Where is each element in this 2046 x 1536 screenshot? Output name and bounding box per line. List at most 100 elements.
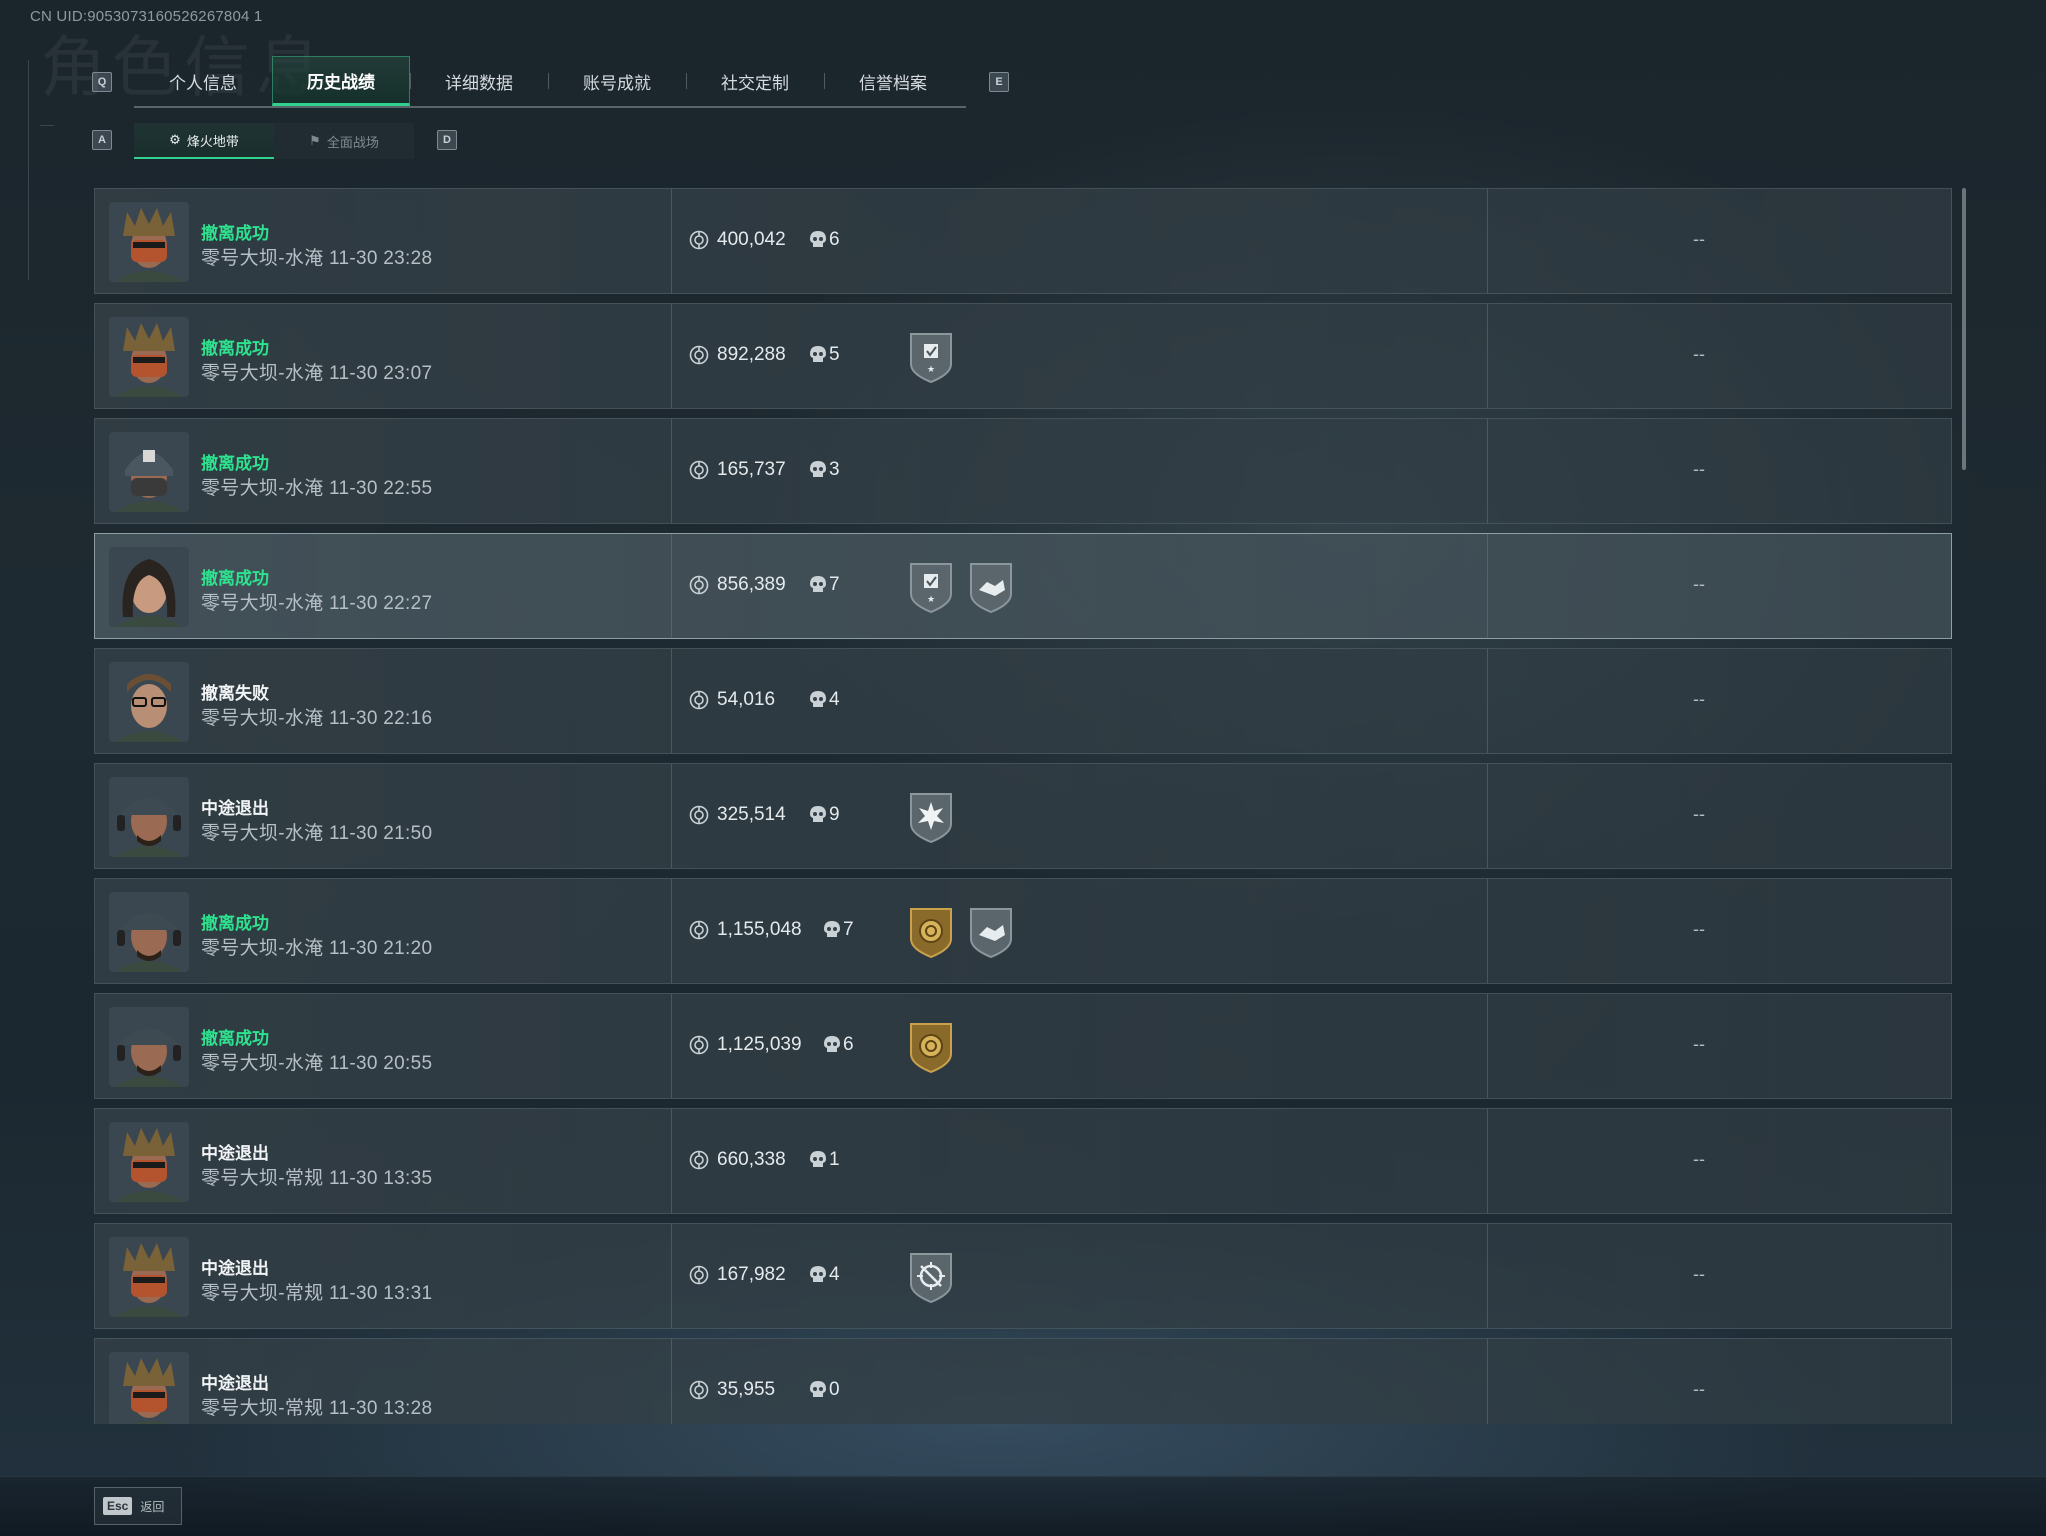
extraction-status: 撤离成功: [201, 454, 269, 473]
column-divider: [671, 994, 672, 1098]
handshake-badge-icon[interactable]: [967, 905, 1015, 959]
column-divider: [1487, 534, 1488, 638]
battlefield-icon: ⚑: [309, 133, 321, 148]
map-and-time: 零号大坝-常规 11-30 13:31: [201, 1283, 433, 1304]
key-hint-a: A: [92, 130, 112, 150]
match-record-row[interactable]: 撤离成功 零号大坝-水淹 11-30 22:27 856,389 7 ★ --: [94, 533, 1952, 639]
loot-value: 167,982: [717, 1264, 786, 1285]
operator-avatar: [109, 202, 189, 282]
loot-value: 1,125,039: [717, 1034, 802, 1055]
map-and-time: 零号大坝-水淹 11-30 22:27: [201, 593, 433, 614]
column-divider: [671, 764, 672, 868]
skull-icon: [809, 1265, 827, 1285]
operator-avatar: [109, 777, 189, 857]
subtab-0[interactable]: ⚙ 烽火地带: [134, 123, 274, 159]
operator-avatar: [109, 317, 189, 397]
column-divider: [1487, 304, 1488, 408]
column-divider: [1487, 1339, 1488, 1424]
column-divider: [1487, 419, 1488, 523]
coin-icon: [689, 1035, 709, 1055]
coin-icon: [689, 230, 709, 250]
shield-check-badge-icon[interactable]: ★: [907, 330, 955, 384]
map-and-time: 零号大坝-水淹 11-30 23:28: [201, 248, 433, 269]
match-record-row[interactable]: 中途退出 零号大坝-常规 11-30 13:35 660,338 1 --: [94, 1108, 1952, 1214]
coin-icon: [689, 345, 709, 365]
kill-count: 6: [843, 1034, 854, 1055]
shield-check-badge-icon[interactable]: ★: [907, 560, 955, 614]
extra-info: --: [1693, 229, 1705, 249]
match-record-row[interactable]: 中途退出 零号大坝-常规 11-30 13:28 35,955 0 --: [94, 1338, 1952, 1424]
esc-key: Esc: [103, 1497, 133, 1515]
match-record-row[interactable]: 中途退出 零号大坝-水淹 11-30 21:50 325,514 9 --: [94, 763, 1952, 869]
kill-count: 3: [829, 459, 840, 480]
skull-icon: [809, 690, 827, 710]
list-scrollbar[interactable]: [1962, 188, 1966, 470]
column-divider: [671, 189, 672, 293]
map-and-time: 零号大坝-水淹 11-30 20:55: [201, 1053, 433, 1074]
extra-info: --: [1693, 459, 1705, 479]
kill-count: 0: [829, 1379, 840, 1400]
coin-icon: [689, 1265, 709, 1285]
match-record-row[interactable]: 撤离成功 零号大坝-水淹 11-30 23:28 400,042 6 --: [94, 188, 1952, 294]
skull-icon: [809, 805, 827, 825]
handshake-badge-icon[interactable]: [967, 560, 1015, 614]
column-divider: [671, 1339, 672, 1424]
extraction-status: 撤离成功: [201, 914, 269, 933]
match-record-row[interactable]: 撤离成功零号大坝-水淹 11-30 20:55 1,125,039 6 --: [94, 993, 1952, 1099]
loot-value: 54,016: [717, 689, 776, 710]
subtab-label: 全面战场: [326, 134, 379, 150]
extraction-status: 撤离成功: [201, 339, 269, 358]
operator-avatar: [109, 662, 189, 742]
column-divider: [671, 304, 672, 408]
extraction-status: 撤离成功: [201, 224, 269, 243]
loot-value: 892,288: [717, 344, 786, 365]
deco-line: [40, 125, 54, 126]
footer-bar: [0, 1476, 2046, 1536]
kill-count: 1: [829, 1149, 840, 1170]
match-record-row[interactable]: 撤离失败 零号大坝-水淹 11-30 22:16 54,016 4 --: [94, 648, 1952, 754]
burst-badge-icon[interactable]: [907, 790, 955, 844]
extra-info: --: [1693, 1034, 1705, 1054]
match-record-row[interactable]: 撤离成功 零号大坝-水淹 11-30 21:20 1,155,048 7 --: [94, 878, 1952, 984]
loot-value: 856,389: [717, 574, 786, 595]
subtab-1[interactable]: ⚑ 全面战场: [274, 123, 414, 159]
extra-info: --: [1693, 1264, 1705, 1284]
svg-text:★: ★: [927, 594, 935, 604]
kill-count: 7: [843, 919, 854, 940]
deco-line: [28, 60, 29, 280]
tab-3[interactable]: 账号成就: [548, 56, 686, 106]
operator-avatar: [109, 892, 189, 972]
operator-avatar: [109, 432, 189, 512]
column-divider: [671, 419, 672, 523]
extraction-status: 撤离成功: [201, 1029, 269, 1048]
tab-4[interactable]: 社交定制: [686, 56, 824, 106]
column-divider: [671, 534, 672, 638]
skull-icon: [809, 345, 827, 365]
tab-0[interactable]: 个人信息: [134, 56, 272, 106]
crosshair-badge-icon[interactable]: [907, 1250, 955, 1304]
coin-icon: [689, 1150, 709, 1170]
extra-info: --: [1693, 1379, 1705, 1399]
map-and-time: 零号大坝-常规 11-30 13:35: [201, 1168, 433, 1189]
key-hint-d: D: [437, 130, 457, 150]
gold-coin-badge-icon[interactable]: [907, 1020, 955, 1074]
match-record-row[interactable]: 中途退出 零号大坝-常规 11-30 13:31 167,982 4 --: [94, 1223, 1952, 1329]
tab-1[interactable]: 历史战绩: [272, 56, 410, 106]
tab-2[interactable]: 详细数据: [410, 56, 548, 106]
column-divider: [1487, 1224, 1488, 1328]
back-button[interactable]: Esc 返回: [94, 1487, 182, 1525]
skull-icon: [823, 920, 841, 940]
match-record-row[interactable]: 撤离成功 零号大坝-水淹 11-30 22:55 165,737 3 --: [94, 418, 1952, 524]
kill-count: 6: [829, 229, 840, 250]
column-divider: [1487, 994, 1488, 1098]
operator-avatar: [109, 1122, 189, 1202]
extraction-status: 撤离失败: [201, 684, 269, 703]
skull-icon: [809, 1150, 827, 1170]
gold-coin-badge-icon[interactable]: [907, 905, 955, 959]
mode-subtabs: ⚙ 烽火地带 ⚑ 全面战场: [134, 123, 414, 159]
map-and-time: 零号大坝-水淹 11-30 21:50: [201, 823, 433, 844]
match-history-list[interactable]: 撤离成功 零号大坝-水淹 11-30 23:28 400,042 6 -- 撤离成功 零号大…: [94, 188, 1952, 1424]
kill-count: 4: [829, 1264, 840, 1285]
match-record-row[interactable]: 撤离成功 零号大坝-水淹 11-30 23:07 892,288 5 ★ --: [94, 303, 1952, 409]
tab-5[interactable]: 信誉档案: [824, 56, 962, 106]
